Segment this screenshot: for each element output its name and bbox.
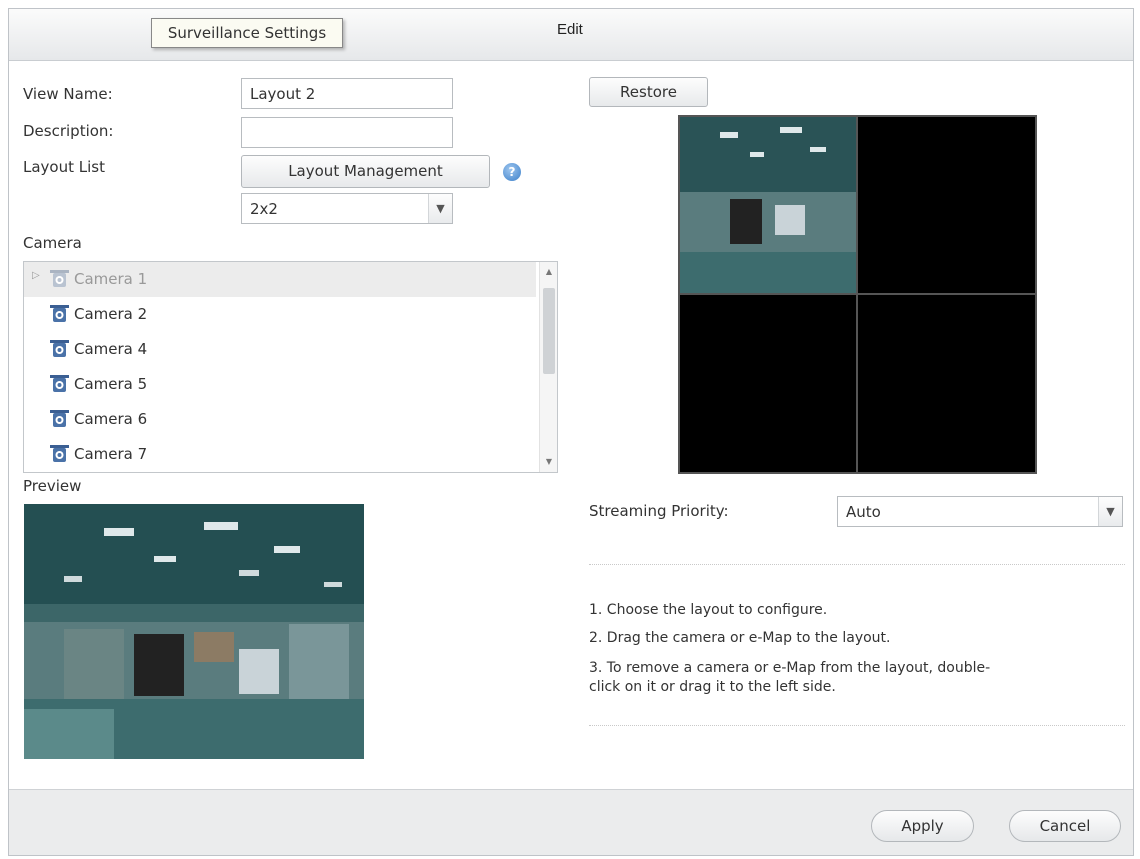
list-item-camera-5[interactable]: Camera 5 — [24, 367, 536, 402]
description-label: Description: — [23, 122, 114, 140]
instruction-1: 1. Choose the layout to configure. — [589, 602, 828, 618]
layout-select[interactable]: 2x2 ▼ — [241, 193, 453, 224]
camera-label-7: Camera 7 — [74, 445, 148, 463]
restore-button[interactable]: Restore — [589, 77, 708, 107]
camera-icon — [50, 375, 69, 392]
dialog-footer: Apply Cancel — [9, 789, 1133, 855]
layout-management-button[interactable]: Layout Management — [241, 155, 490, 188]
camera-label: Camera — [23, 234, 82, 252]
list-item-camera-6[interactable]: Camera 6 — [24, 402, 536, 437]
instruction-3: 3. To remove a camera or e-Map from the … — [589, 660, 991, 676]
description-input[interactable] — [241, 117, 453, 148]
layout-select-value: 2x2 — [250, 200, 278, 218]
tooltip: Surveillance Settings — [151, 18, 343, 48]
scrollbar-thumb[interactable] — [543, 288, 555, 374]
scroll-up-icon[interactable]: ▲ — [540, 264, 557, 280]
camera-icon — [50, 340, 69, 357]
apply-button[interactable]: Apply — [871, 810, 974, 842]
layout-slot-3[interactable] — [680, 295, 856, 471]
title-bar: Edit Surveillance Settings — [9, 9, 1133, 61]
expand-arrow-icon[interactable]: ▷ — [32, 270, 40, 281]
camera-preview-image — [24, 504, 364, 759]
camera-label-2: Camera 2 — [74, 305, 148, 323]
instruction-2: 2. Drag the camera or e-Map to the layou… — [589, 630, 891, 646]
streaming-priority-value: Auto — [846, 503, 881, 521]
list-item-camera-4[interactable]: Camera 4 — [24, 332, 536, 367]
camera-label-6: Camera 6 — [74, 410, 148, 428]
help-icon[interactable]: ? — [503, 163, 521, 181]
camera-icon — [50, 410, 69, 427]
view-name-input[interactable] — [241, 78, 453, 109]
preview-label: Preview — [23, 477, 82, 495]
layout-grid — [678, 115, 1037, 474]
chevron-down-icon: ▼ — [428, 194, 452, 223]
list-item-camera-7[interactable]: Camera 7 — [24, 437, 536, 472]
camera-icon — [50, 270, 69, 287]
camera-list: ▷ Camera 1 Camera 2 Camera 4 Camera 5 Ca… — [23, 261, 558, 473]
layout-slot-4[interactable] — [858, 295, 1034, 471]
camera-icon — [50, 445, 69, 462]
camera-label-5: Camera 5 — [74, 375, 148, 393]
separator — [589, 725, 1125, 726]
layout-slot-1[interactable] — [680, 117, 856, 293]
layout-slot-2[interactable] — [858, 117, 1034, 293]
grid-divider — [680, 293, 1035, 295]
chevron-down-icon: ▼ — [1098, 497, 1122, 526]
list-item-camera-1[interactable]: ▷ Camera 1 — [24, 262, 536, 297]
scroll-down-icon[interactable]: ▼ — [540, 454, 557, 470]
layout-list-label: Layout List — [23, 158, 105, 176]
camera-label-1: Camera 1 — [74, 270, 148, 288]
streaming-priority-label: Streaming Priority: — [589, 502, 729, 520]
view-name-label: View Name: — [23, 85, 113, 103]
dialog-title: Edit — [557, 21, 583, 38]
camera-label-4: Camera 4 — [74, 340, 148, 358]
cancel-button[interactable]: Cancel — [1009, 810, 1121, 842]
separator — [589, 564, 1125, 565]
camera-icon — [50, 305, 69, 322]
instruction-3-continued: click on it or drag it to the left side. — [589, 679, 836, 695]
camera-list-scrollbar[interactable]: ▲ ▼ — [539, 262, 557, 472]
edit-dialog: Edit Surveillance Settings View Name: De… — [8, 8, 1134, 856]
list-item-camera-2[interactable]: Camera 2 — [24, 297, 536, 332]
streaming-priority-select[interactable]: Auto ▼ — [837, 496, 1123, 527]
